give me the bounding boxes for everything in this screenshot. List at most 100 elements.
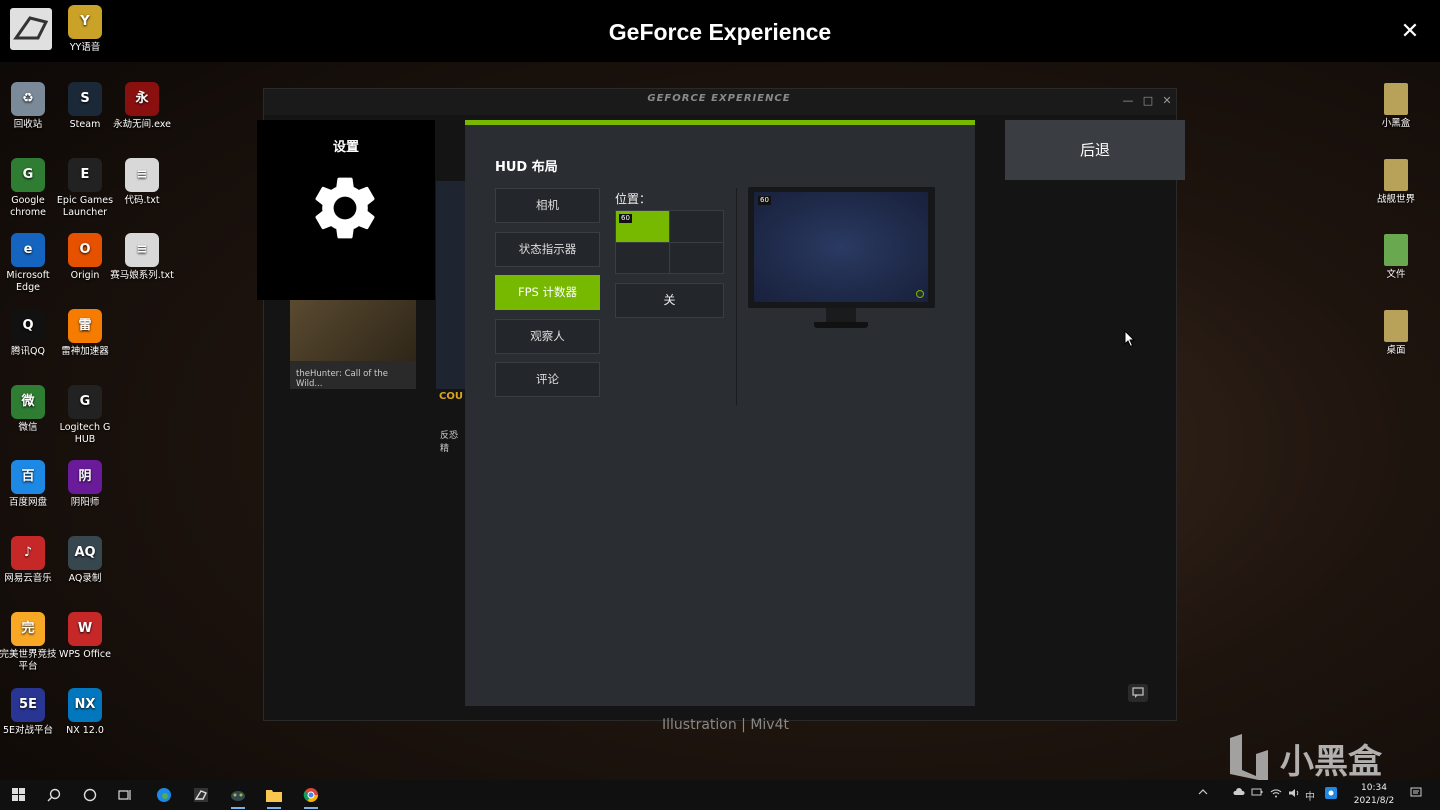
notification-center-icon[interactable]: [1410, 787, 1422, 802]
window-maximize-button[interactable]: □: [1140, 93, 1156, 109]
desktop-icon[interactable]: 5E 5E对战平台: [0, 688, 60, 737]
ime-indicator[interactable]: 中: [1305, 788, 1315, 803]
geforce-shortcut-icon[interactable]: [10, 8, 52, 50]
monitor-neck: [826, 308, 856, 322]
desktop-icon-label: 微信: [18, 422, 38, 433]
taskbar: 中 10:34 2021/8/2: [0, 780, 1440, 810]
window-minimize-button[interactable]: —: [1120, 93, 1136, 109]
app-icon: AQ: [68, 536, 102, 570]
panel-accent-bar: [465, 120, 975, 125]
game-card[interactable]: COU 反恐精: [436, 181, 466, 454]
desktop-icon-label: 小黑盒: [1381, 118, 1411, 129]
game-card-label: theHunter: Call of the Wild...: [296, 369, 389, 389]
desktop-icon[interactable]: 文件: [1364, 234, 1428, 281]
overlay-close-button[interactable]: ✕: [1396, 18, 1424, 46]
desktop-icon[interactable]: 桌面: [1364, 310, 1428, 357]
windows-start-icon[interactable]: [10, 786, 28, 804]
desktop-icon-label: 战舰世界: [1376, 194, 1415, 205]
desktop-icon-label: 阴阳师: [70, 497, 100, 508]
desktop-icon-label: 腾讯QQ: [11, 346, 45, 357]
desktop-icon-label: Origin: [70, 270, 100, 281]
app-icon: 阴: [68, 460, 102, 494]
position-top-left[interactable]: 60: [616, 211, 669, 242]
window-close-button[interactable]: ✕: [1159, 93, 1175, 109]
chrome-taskbar-icon[interactable]: [302, 786, 320, 804]
desktop-icon[interactable]: AQ AQ录制: [53, 536, 117, 585]
hud-menu-comments[interactable]: 评论: [495, 362, 600, 397]
volume-icon[interactable]: [1288, 788, 1300, 801]
cloud-icon[interactable]: [1233, 788, 1245, 799]
hud-menu-camera[interactable]: 相机: [495, 188, 600, 223]
hud-menu-fps-counter[interactable]: FPS 计数器: [495, 275, 600, 310]
desktop-icon[interactable]: 雷雷神加速器: [53, 309, 117, 358]
game-card-label: 反恐精: [440, 431, 459, 454]
tray-app-icon[interactable]: [1325, 787, 1337, 802]
desktop-icon[interactable]: O Origin: [53, 233, 117, 282]
desktop-icon[interactable]: 战舰世界: [1364, 159, 1428, 206]
app-icon: ♻: [11, 82, 45, 116]
system-clock[interactable]: 10:34 2021/8/2: [1346, 782, 1402, 808]
desktop-icon-label: Google chrome: [10, 195, 46, 218]
monitor-fps-badge: 60: [758, 196, 771, 205]
back-button[interactable]: 后退: [1005, 120, 1185, 180]
panel-divider: [736, 188, 737, 405]
desktop-icon-label: 百度网盘: [8, 497, 47, 508]
desktop-icon[interactable]: 百百度网盘: [0, 460, 60, 509]
app-icon: G: [68, 385, 102, 419]
desktop-icon-label: Microsoft Edge: [6, 270, 50, 293]
settings-tile[interactable]: 设置: [257, 120, 435, 300]
desktop-icon[interactable]: Q 腾讯QQ: [0, 309, 60, 358]
desktop-icon[interactable]: NX NX 12.0: [53, 688, 117, 737]
edge-taskbar-icon[interactable]: [155, 786, 173, 804]
cortana-icon[interactable]: [81, 786, 99, 804]
desktop-icon[interactable]: G Logitech G HUB: [53, 385, 117, 446]
desktop-icon-label: 赛马娘系列.txt: [110, 270, 174, 281]
desktop-icon[interactable]: e Microsoft Edge: [0, 233, 60, 294]
geforce-taskbar-icon[interactable]: [192, 786, 210, 804]
task-view-icon[interactable]: [116, 786, 134, 804]
watermark-text: 小黑盒: [1280, 742, 1382, 782]
hud-menu-status-indicator[interactable]: 状态指示器: [495, 232, 600, 267]
desktop-icon[interactable]: 完完美世界竞技平台: [0, 612, 60, 673]
app-icon: 完: [11, 612, 45, 646]
hud-menu-spectators[interactable]: 观察人: [495, 319, 600, 354]
desktop-icon[interactable]: ≡ 赛马娘系列.txt: [110, 233, 174, 282]
desktop-icon[interactable]: 永永劫无间.exe: [110, 82, 174, 131]
desktop-icon[interactable]: ♪ 网易云音乐: [0, 536, 60, 585]
file-explorer-icon[interactable]: [265, 786, 283, 804]
fps-preview-badge: 60: [619, 214, 632, 223]
desktop-icon[interactable]: E Epic Games Launcher: [53, 158, 117, 219]
desktop-icon[interactable]: ♻ 回收站: [0, 82, 60, 131]
position-bottom-right[interactable]: [670, 242, 723, 273]
aq-taskbar-icon[interactable]: [229, 786, 247, 804]
desktop-icon[interactable]: ≡ 代码.txt: [110, 158, 174, 207]
desktop-icon[interactable]: 微微信: [0, 385, 60, 434]
desktop-icon[interactable]: 小黑盒: [1364, 83, 1428, 130]
hud-layout-panel: HUD 布局 相机 状态指示器 FPS 计数器 观察人 评论 位置： 60 关 …: [465, 120, 975, 706]
desktop-icon-label: Logitech G HUB: [59, 422, 111, 445]
game-card[interactable]: theHunter: Call of the Wild...: [290, 299, 416, 389]
tray-chevron-icon[interactable]: [1198, 788, 1208, 799]
app-icon: 永: [125, 82, 159, 116]
app-icon: ≡: [125, 158, 159, 192]
desktop-icon[interactable]: 阴阴阳师: [53, 460, 117, 509]
app-icon: S: [68, 82, 102, 116]
chat-icon[interactable]: [1128, 684, 1148, 702]
wifi-icon[interactable]: [1270, 788, 1282, 801]
desktop-icon[interactable]: G Google chrome: [0, 158, 60, 219]
position-top-right[interactable]: [670, 211, 723, 242]
position-bottom-left[interactable]: [616, 242, 669, 273]
recording-indicator-icon: [916, 290, 924, 298]
app-icon: e: [11, 233, 45, 267]
clock-time: 10:34: [1361, 783, 1387, 793]
desktop-icon[interactable]: W WPS Office: [53, 612, 117, 661]
app-icon: Y: [68, 5, 102, 39]
desktop-icon[interactable]: Y YY语音: [53, 5, 117, 54]
desktop-icon[interactable]: S Steam: [53, 82, 117, 131]
game-thumbnail: [290, 299, 416, 361]
fps-toggle-button[interactable]: 关: [615, 283, 724, 318]
search-icon[interactable]: [45, 786, 63, 804]
app-icon: 5E: [11, 688, 45, 722]
battery-icon[interactable]: [1251, 788, 1263, 799]
folder-icon: [1384, 83, 1408, 115]
